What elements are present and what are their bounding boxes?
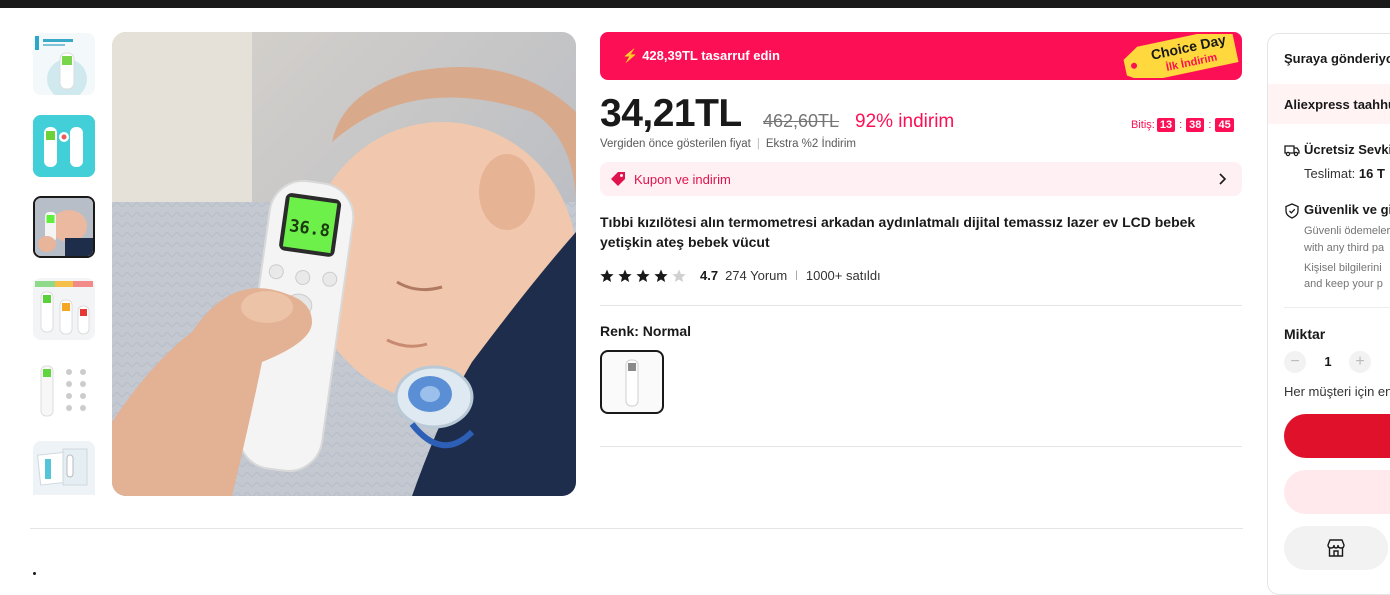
current-price: 34,21TL: [600, 92, 742, 135]
tax-note: Vergiden önce gösterilen fiyat: [600, 138, 751, 150]
delivery-info: Teslimat: 16 T: [1304, 166, 1385, 181]
security-text: Güvenli ödemeler: [1304, 225, 1390, 237]
product-title: Tıbbi kızılötesi alın termometresi arkad…: [600, 214, 1196, 250]
purchase-limit: Her müşteri için en fazla: [1284, 384, 1390, 399]
thumbnail-4[interactable]: [33, 278, 95, 340]
main-product-image[interactable]: 36.8: [112, 32, 576, 496]
divider: [600, 446, 1242, 447]
choice-day-tag: Choice Day İlk İndirim: [1123, 34, 1239, 78]
original-price: 462,60TL: [763, 111, 840, 131]
star-rating: [600, 269, 692, 283]
chevron-right-icon: [1219, 173, 1227, 185]
bullet: [33, 572, 36, 575]
quantity-increase-button[interactable]: +: [1349, 351, 1371, 373]
sold-count: 1000+ satıldı: [805, 268, 881, 283]
aliexpress-promise[interactable]: Aliexpress taahhüdü: [1268, 84, 1390, 124]
privacy-text: and keep your p: [1304, 278, 1383, 290]
purchase-panel: Şuraya gönderiyor Aliexpress taahhüdü Üc…: [1267, 33, 1390, 595]
color-swatch-normal[interactable]: [600, 350, 664, 414]
thumbnail-6[interactable]: [33, 441, 95, 495]
color-label: Renk: Normal: [600, 323, 692, 339]
thumbnail-5[interactable]: [33, 360, 95, 422]
thumbnail-2[interactable]: [33, 115, 95, 177]
divider: [1284, 307, 1390, 308]
price-note: Vergiden önce gösterilen fiyat | Ekstra %2…: [600, 138, 856, 150]
review-count[interactable]: 274 Yorum: [725, 268, 787, 283]
discount-percent: 92% indirim: [855, 111, 955, 132]
coupon-row[interactable]: Kupon ve indirim: [600, 162, 1242, 196]
quantity-value[interactable]: 1: [1322, 354, 1334, 369]
store-icon: [1327, 539, 1345, 557]
quantity-decrease-button[interactable]: −: [1284, 351, 1306, 373]
security-text: with any third pa: [1304, 242, 1385, 254]
top-bar: [0, 0, 1390, 8]
timer-label: Bitiş:: [1131, 119, 1155, 131]
promise-label: Aliexpress taahhüdü: [1284, 97, 1390, 112]
coupon-label: Kupon ve indirim: [634, 172, 731, 187]
add-to-cart-button[interactable]: [1284, 470, 1390, 514]
ship-to[interactable]: Şuraya gönderiyor: [1284, 51, 1390, 66]
extra-discount-note: Ekstra %2 İndirim: [765, 138, 856, 150]
stars-icon: [600, 269, 686, 282]
tag-icon: [611, 172, 625, 186]
timer-minutes: 38: [1186, 118, 1205, 132]
truck-icon: [1284, 145, 1300, 157]
thumbnail-1[interactable]: [33, 33, 95, 95]
quantity-label: Miktar: [1284, 326, 1326, 342]
savings-text: ⚡ 428,39TL tasarruf edin: [622, 48, 780, 63]
thumbnail-3[interactable]: [33, 196, 95, 258]
shield-icon: [1285, 203, 1299, 219]
divider: [600, 305, 1242, 306]
privacy-text: Kişisel bilgilerini: [1304, 262, 1382, 274]
buy-now-button[interactable]: [1284, 414, 1390, 458]
timer-hours: 13: [1156, 118, 1176, 132]
rating-row[interactable]: 4.7 274 Yorum | 1000+ satıldı: [600, 268, 881, 283]
divider: [30, 528, 1243, 529]
store-button[interactable]: [1284, 526, 1388, 570]
shipping-title[interactable]: Ücretsiz Sevkiyat: [1304, 142, 1390, 157]
bolt-icon: ⚡: [622, 48, 639, 63]
countdown-timer: Bitiş: 13: 38: 45: [1131, 118, 1236, 132]
rating-score: 4.7: [700, 268, 719, 283]
timer-seconds: 45: [1215, 118, 1234, 132]
security-title[interactable]: Güvenlik ve gizlilik: [1304, 202, 1390, 217]
